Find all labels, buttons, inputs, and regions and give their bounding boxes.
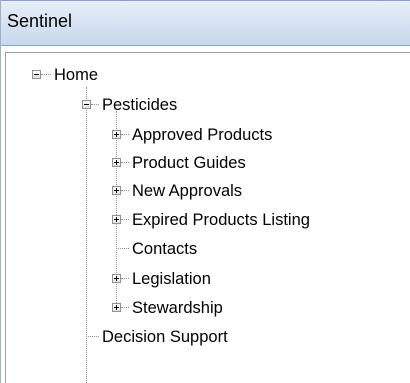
- tree-node-product-guides[interactable]: Product Guides: [6, 151, 326, 177]
- sentinel-panel: Sentinel Home Pesticides Approved Produc…: [0, 0, 410, 383]
- tree-node-expired-products-listing[interactable]: Expired Products Listing: [6, 208, 366, 234]
- tree-node-label[interactable]: Product Guides: [132, 153, 246, 173]
- tree-node-label[interactable]: New Approvals: [132, 181, 242, 201]
- connector-line: [86, 336, 99, 337]
- tree-content: Home Pesticides Approved Products Produc…: [6, 53, 410, 383]
- tree-node-new-approvals[interactable]: New Approvals: [6, 179, 326, 205]
- tree-node-legislation[interactable]: Legislation: [6, 267, 326, 293]
- connector-line: [116, 248, 129, 249]
- tree-node-approved-products[interactable]: Approved Products: [6, 123, 326, 149]
- tree-node-label[interactable]: Decision Support: [102, 327, 228, 347]
- expand-icon[interactable]: [112, 186, 121, 195]
- tree-node-label[interactable]: Approved Products: [132, 125, 272, 145]
- tree-node-stewardship[interactable]: Stewardship: [6, 296, 326, 322]
- tree-node-label[interactable]: Legislation: [132, 269, 211, 289]
- connector-line: [121, 134, 129, 135]
- expand-icon[interactable]: [112, 303, 121, 312]
- connector-line: [121, 162, 129, 163]
- tree-node-label[interactable]: Stewardship: [132, 298, 223, 318]
- tree-node-decision-support[interactable]: Decision Support: [6, 325, 326, 351]
- connector-line: [121, 278, 129, 279]
- tree-node-label[interactable]: Expired Products Listing: [132, 210, 310, 230]
- connector-line: [121, 307, 129, 308]
- navigation-tree[interactable]: Home Pesticides Approved Products Produc…: [5, 52, 410, 383]
- tree-node-label[interactable]: Pesticides: [102, 95, 177, 115]
- panel-header: Sentinel: [1, 0, 410, 46]
- tree-node-home[interactable]: Home: [6, 63, 206, 89]
- expand-icon[interactable]: [112, 158, 121, 167]
- collapse-icon[interactable]: [82, 100, 91, 109]
- tree-node-pesticides[interactable]: Pesticides: [6, 93, 206, 119]
- expand-icon[interactable]: [112, 130, 121, 139]
- tree-node-label[interactable]: Home: [54, 65, 98, 85]
- connector-line: [121, 190, 129, 191]
- tree-node-contacts[interactable]: Contacts: [6, 237, 326, 263]
- collapse-icon[interactable]: [32, 70, 41, 79]
- panel-title: Sentinel: [7, 11, 73, 31]
- expand-icon[interactable]: [112, 274, 121, 283]
- connector-line: [121, 219, 129, 220]
- expand-icon[interactable]: [112, 215, 121, 224]
- tree-node-label[interactable]: Contacts: [132, 239, 197, 259]
